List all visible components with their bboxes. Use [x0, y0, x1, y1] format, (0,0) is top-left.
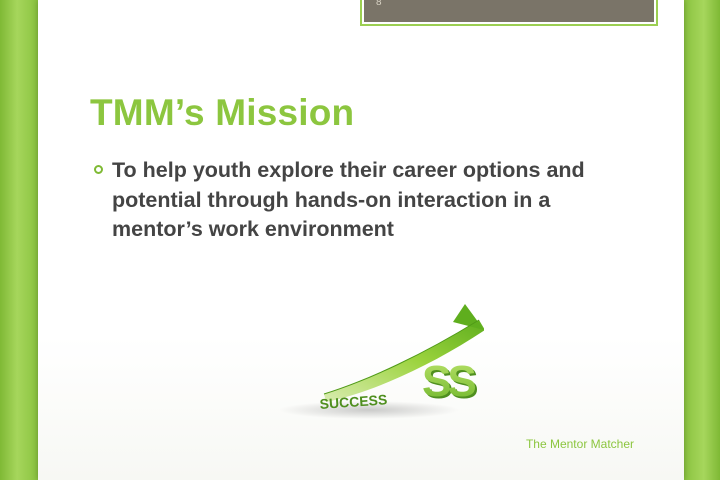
footer-text: The Mentor Matcher — [525, 437, 634, 451]
slide-number-panel: 8 — [364, 0, 654, 22]
slide-number: 8 — [376, 0, 382, 8]
slide-number-box: 8 — [360, 0, 658, 26]
svg-text:SS: SS — [422, 357, 475, 406]
left-decorative-band — [0, 0, 38, 480]
bullet-text: To help youth explore their career optio… — [112, 158, 585, 241]
slide-title: TMM’s Mission — [90, 92, 355, 133]
bullet-circle-icon — [94, 165, 103, 174]
success-letters: SS SS — [422, 357, 481, 408]
right-decorative-band — [684, 0, 720, 480]
success-arrow-graphic: SUCCESS . SS SS — [279, 304, 484, 419]
bullet-item: To help youth explore their career optio… — [94, 156, 634, 245]
slide-canvas: 8 TMM’s Mission To help youth explore th… — [38, 0, 684, 480]
